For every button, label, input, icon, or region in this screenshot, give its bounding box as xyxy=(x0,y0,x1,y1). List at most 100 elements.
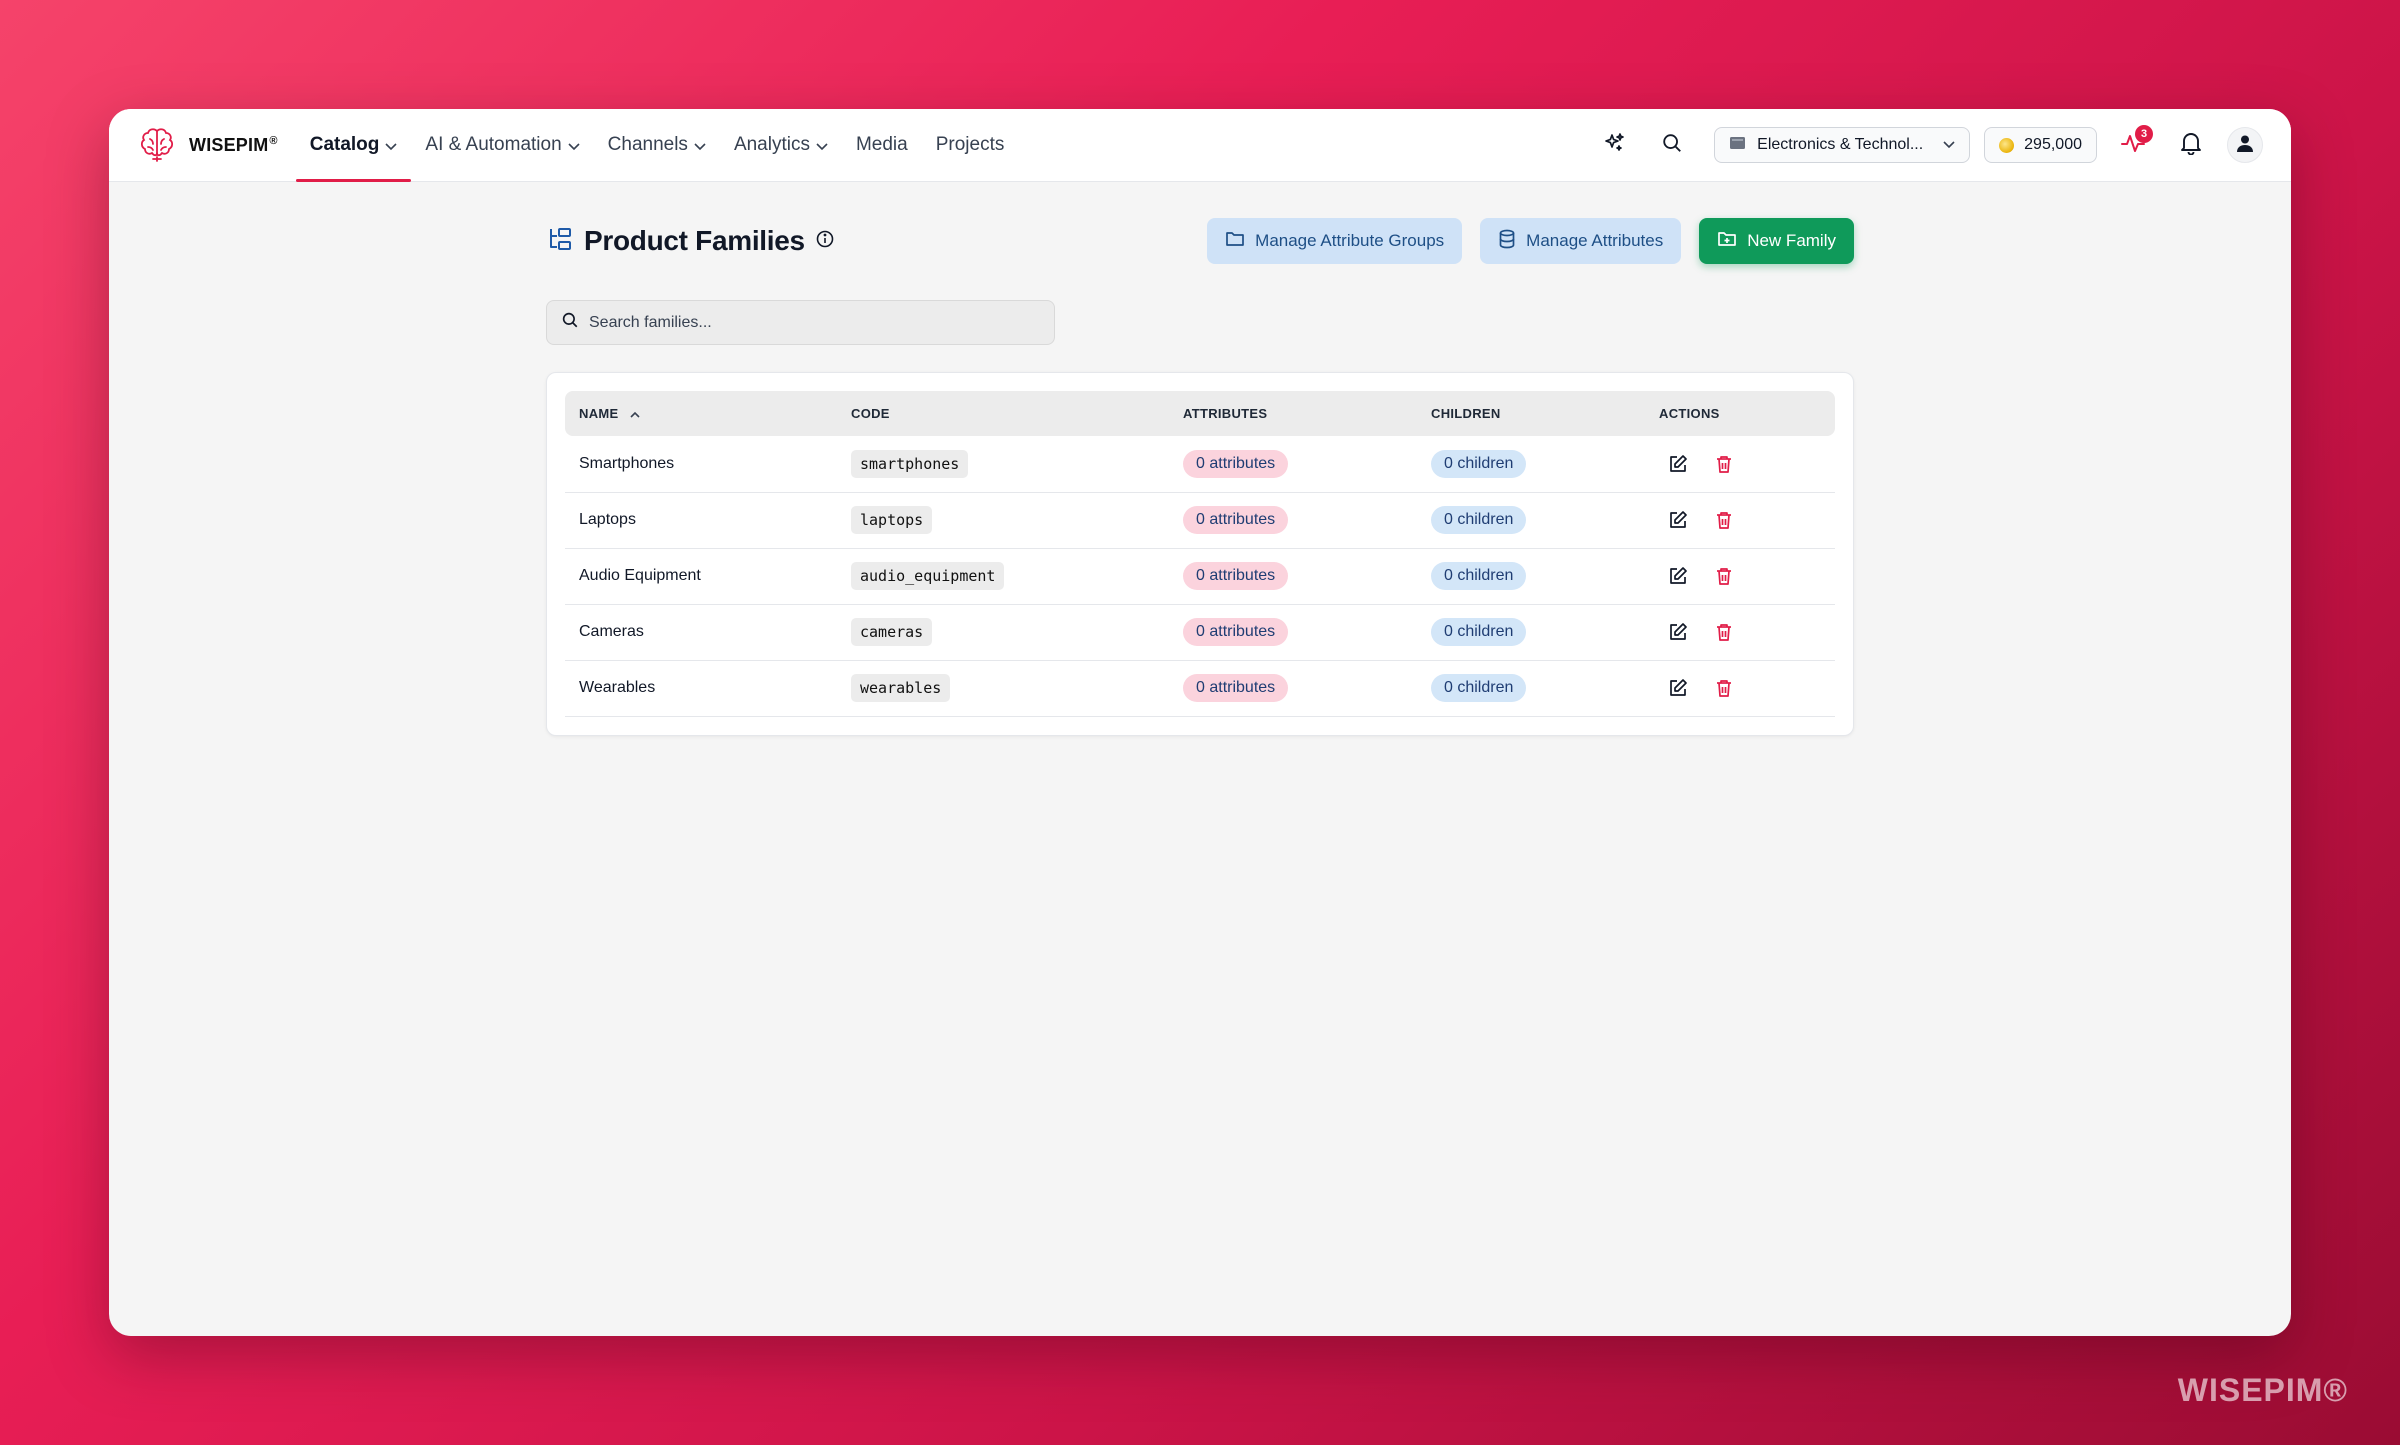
page-header: Product Families Manage Attribute Groups xyxy=(546,218,1854,264)
coin-icon xyxy=(1999,137,2015,153)
global-search-button[interactable] xyxy=(1650,123,1694,167)
chevron-down-icon xyxy=(816,139,828,154)
trash-icon[interactable] xyxy=(1713,565,1735,587)
children-pill[interactable]: 0 children xyxy=(1431,674,1527,702)
trash-icon[interactable] xyxy=(1713,621,1735,643)
trash-icon[interactable] xyxy=(1713,509,1735,531)
column-header-name[interactable]: NAME xyxy=(565,391,837,436)
children-pill[interactable]: 0 children xyxy=(1431,562,1527,590)
family-name: Audio Equipment xyxy=(565,548,837,605)
family-code: laptops xyxy=(837,492,1169,549)
main-nav: Catalog AI & Automation Channels Analyti… xyxy=(295,109,1019,182)
nav-label: Media xyxy=(855,134,908,155)
button-label: New Family xyxy=(1747,231,1836,250)
table-row[interactable]: Laptops laptops 0 attributes 0 children xyxy=(565,492,1835,549)
code-chip: audio_equipment xyxy=(851,562,1005,590)
edit-icon[interactable] xyxy=(1667,565,1689,587)
family-attributes: 0 attributes xyxy=(1169,548,1417,605)
family-code: smartphones xyxy=(837,436,1169,493)
ai-sparkles-button[interactable] xyxy=(1592,123,1636,167)
bell-icon xyxy=(2180,131,2202,160)
family-children: 0 children xyxy=(1417,604,1645,661)
nav-item-projects[interactable]: Projects xyxy=(922,109,1019,181)
table-row[interactable]: Wearables wearables 0 attributes 0 child… xyxy=(565,660,1835,717)
trash-icon[interactable] xyxy=(1713,677,1735,699)
edit-icon[interactable] xyxy=(1667,621,1689,643)
attributes-pill[interactable]: 0 attributes xyxy=(1183,618,1289,646)
family-attributes: 0 attributes xyxy=(1169,492,1417,549)
families-table-card: NAME CODE ATTRIBUTES CHILDREN ACTIONS Sm… xyxy=(546,372,1854,736)
nav-label: Projects xyxy=(935,134,1005,155)
button-label: Manage Attributes xyxy=(1526,231,1664,250)
family-code: wearables xyxy=(837,660,1169,717)
nav-label: Catalog xyxy=(309,134,380,155)
family-name: Cameras xyxy=(565,604,837,661)
nav-item-media[interactable]: Media xyxy=(842,109,922,181)
column-header-children: CHILDREN xyxy=(1417,391,1645,436)
table-row[interactable]: Cameras cameras 0 attributes 0 children xyxy=(565,604,1835,661)
family-name: Wearables xyxy=(565,660,837,717)
info-icon[interactable] xyxy=(815,229,835,254)
attributes-pill[interactable]: 0 attributes xyxy=(1183,449,1289,478)
activity-badge: 3 xyxy=(2135,125,2153,143)
catalog-icon xyxy=(1729,135,1747,156)
button-label: Manage Attribute Groups xyxy=(1255,231,1445,250)
catalog-selector[interactable]: Electronics & Technol... xyxy=(1714,127,1971,163)
children-pill[interactable]: 0 children xyxy=(1431,618,1527,646)
activity-button[interactable]: 3 xyxy=(2111,123,2155,167)
watermark: WISEPIM® xyxy=(2177,1372,2348,1408)
code-chip: smartphones xyxy=(851,449,969,478)
family-actions xyxy=(1645,492,1835,549)
top-navigation-bar: WISEPIM® Catalog AI & Automation Channel… xyxy=(109,109,2291,182)
trash-icon[interactable] xyxy=(1713,453,1735,475)
family-tree-icon xyxy=(546,225,574,258)
children-pill[interactable]: 0 children xyxy=(1431,449,1527,478)
nav-item-analytics[interactable]: Analytics xyxy=(720,109,842,181)
nav-item-catalog[interactable]: Catalog xyxy=(295,109,412,182)
family-children: 0 children xyxy=(1417,492,1645,549)
catalog-selector-label: Electronics & Technol... xyxy=(1757,136,1924,153)
edit-icon[interactable] xyxy=(1667,677,1689,699)
search-icon xyxy=(1661,132,1683,159)
nav-label: Analytics xyxy=(733,134,810,155)
family-attributes: 0 attributes xyxy=(1169,604,1417,661)
manage-attribute-groups-button[interactable]: Manage Attribute Groups xyxy=(1207,218,1463,264)
nav-item-channels[interactable]: Channels xyxy=(594,109,720,181)
edit-icon[interactable] xyxy=(1667,453,1689,475)
page-title: Product Families xyxy=(584,225,805,256)
credits-balance[interactable]: 295,000 xyxy=(1984,127,2097,163)
manage-attributes-button[interactable]: Manage Attributes xyxy=(1480,218,1682,264)
children-pill[interactable]: 0 children xyxy=(1431,506,1527,534)
table-row[interactable]: Audio Equipment audio_equipment 0 attrib… xyxy=(565,548,1835,605)
table-row[interactable]: Smartphones smartphones 0 attributes 0 c… xyxy=(565,436,1835,493)
attributes-pill[interactable]: 0 attributes xyxy=(1183,562,1289,590)
family-code: cameras xyxy=(837,604,1169,661)
edit-icon[interactable] xyxy=(1667,509,1689,531)
notifications-button[interactable] xyxy=(2169,123,2213,167)
main-content: Product Families Manage Attribute Groups xyxy=(546,218,1854,736)
chevron-down-icon xyxy=(385,139,397,154)
column-header-actions: ACTIONS xyxy=(1645,391,1835,436)
family-actions xyxy=(1645,436,1835,493)
new-family-button[interactable]: New Family xyxy=(1699,218,1854,264)
chevron-down-icon xyxy=(1943,136,1955,154)
sparkles-icon xyxy=(1602,131,1626,160)
code-chip: cameras xyxy=(851,618,933,646)
user-avatar-button[interactable] xyxy=(2227,127,2263,163)
family-actions xyxy=(1645,548,1835,605)
search-input[interactable] xyxy=(589,313,1040,332)
user-icon xyxy=(2235,133,2255,158)
brand[interactable]: WISEPIM® xyxy=(137,125,278,165)
family-search[interactable] xyxy=(546,300,1055,345)
nav-label: Channels xyxy=(607,134,688,155)
sort-ascending-icon xyxy=(626,409,640,421)
families-table: NAME CODE ATTRIBUTES CHILDREN ACTIONS Sm… xyxy=(565,391,1835,717)
attributes-pill[interactable]: 0 attributes xyxy=(1183,674,1289,702)
family-actions xyxy=(1645,604,1835,661)
nav-item-ai-automation[interactable]: AI & Automation xyxy=(411,109,593,181)
attributes-pill[interactable]: 0 attributes xyxy=(1183,506,1289,534)
column-header-attributes: ATTRIBUTES xyxy=(1169,391,1417,436)
family-name: Laptops xyxy=(565,492,837,549)
chevron-down-icon xyxy=(568,139,580,154)
table-header-row: NAME CODE ATTRIBUTES CHILDREN ACTIONS xyxy=(565,391,1835,436)
